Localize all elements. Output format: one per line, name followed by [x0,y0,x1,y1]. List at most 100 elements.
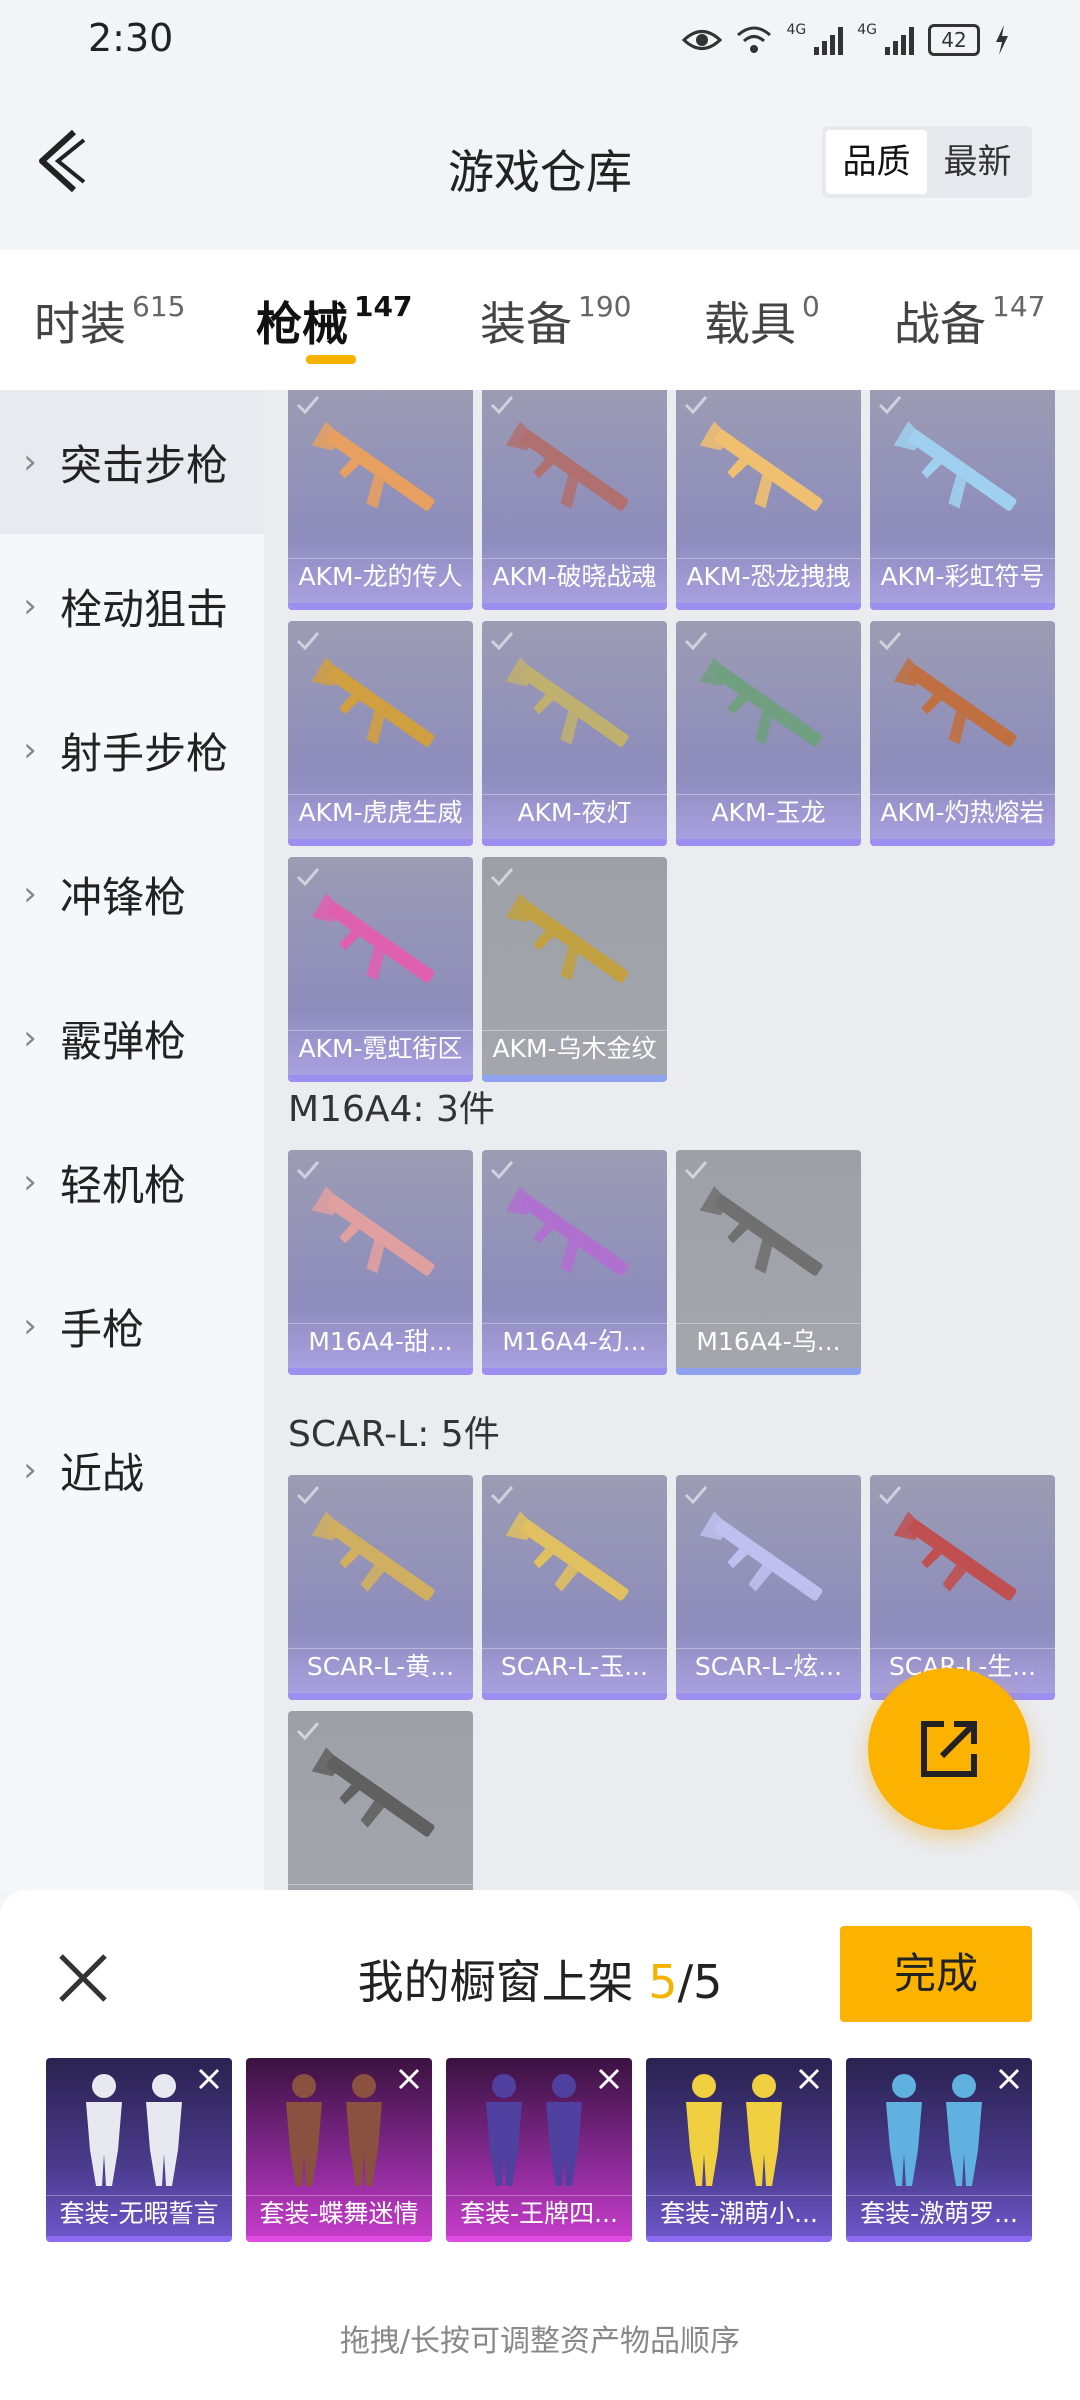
weapon-skin-name: SCAR-L-玉... [500,1652,649,1681]
showcase-outfit-card[interactable]: 套装-王牌四... [446,2058,632,2242]
sidebar-item-lmg[interactable]: › 轻机枪 [0,1110,264,1254]
sidebar-item-label: 手枪 [60,1304,145,1354]
weapon-skin-card[interactable]: AKM-破晓战魂 [482,390,667,610]
showcase-count-separator: / [677,1955,694,2009]
weapon-skin-name: AKM-灼热熔岩 [880,798,1045,827]
sidebar-item-label: 轻机枪 [60,1160,187,1210]
sidebar-item-bolt-sniper[interactable]: › 栓动狙击 [0,534,264,678]
sidebar-item-assault-rifle[interactable]: › 突击步枪 [0,390,264,534]
sidebar-item-melee[interactable]: › 近战 [0,1398,264,1542]
battery-icon: 42 [928,24,980,56]
sidebar-item-shotgun[interactable]: › 霰弹枪 [0,966,264,1110]
card-divider [288,1884,473,1885]
remove-outfit-icon[interactable] [792,2062,826,2096]
weapon-skin-card[interactable]: AKM-霓虹街区 [288,857,473,1082]
signal-icon [814,25,844,55]
weapon-skin-name: M16A4-幻... [502,1327,647,1356]
category-tabs: 时装 615 枪械 147 装备 190 载具 0 战备 147 [0,250,1080,390]
chevron-right-icon: › [23,442,37,482]
tab-count: 147 [992,289,1046,323]
sidebar-item-smg[interactable]: › 冲锋枪 [0,822,264,966]
weapon-skin-name: AKM-玉龙 [711,798,826,827]
weapon-skin-card[interactable]: M16A4-幻... [482,1150,667,1375]
showcase-outfit-card[interactable]: 套装-蝶舞迷情 [246,2058,432,2242]
weapon-skin-card[interactable]: AKM-彩虹符号 [870,390,1055,610]
showcase-outfit-card[interactable]: 套装-无暇誓言 [46,2058,232,2242]
sidebar-item-label: 栓动狙击 [60,584,229,634]
sort-toggle: 品质 最新 [822,126,1032,198]
sort-quality-button[interactable]: 品质 [826,130,927,194]
weapon-skin-image [311,657,435,747]
chevron-right-icon: › [23,1162,37,1202]
weapon-skin-image [505,421,629,511]
weapon-skin-image [893,421,1017,511]
weapon-type-sidebar: › 突击步枪 › 栓动狙击 › 射手步枪 › 冲锋枪 › 霰弹枪 › 轻机枪 › 手枪 › 近战 [0,390,264,1890]
weapon-skin-name: AKM-破晓战魂 [492,562,657,591]
weapon-skin-name: AKM-彩虹符号 [880,562,1045,591]
tab-guns[interactable]: 枪械 147 [256,288,412,354]
tab-vehicles[interactable]: 载具 0 [704,288,820,354]
weapon-skin-card[interactable]: SCAR-L-黄... [288,1475,473,1700]
weapon-skin-image [311,1511,435,1601]
chevron-right-icon: › [23,1450,37,1490]
tab-supplies[interactable]: 战备 147 [894,288,1045,354]
status-time: 2:30 [88,16,174,60]
outfit-name: 套装-激萌罗... [860,2199,1018,2228]
weapon-skin-name: AKM-虎虎生威 [298,798,463,827]
chevron-right-icon: › [23,874,37,914]
remove-outfit-icon[interactable] [992,2062,1026,2096]
weapon-skin-card[interactable]: SCAR-L-炫... [676,1475,861,1700]
weapon-skin-name: M16A4-甜... [308,1327,453,1356]
tab-label: 枪械 [256,297,348,351]
showcase-count-current: 5 [648,1955,678,2009]
weapon-skin-image [699,1511,823,1601]
reorder-hint: 拖拽/长按可调整资产物品顺序 [339,2324,741,2359]
outfit-name: 套装-潮萌小... [660,2199,818,2228]
weapon-skin-image [505,1186,629,1276]
signal-icon-2 [885,25,914,55]
showcase-outfit-list: 套装-无暇誓言 套装-蝶舞迷情 套装-王牌四... 套装-潮萌小... 套装-激萌罗..… [46,2058,1046,2248]
weapon-skin-card[interactable]: SCAR-L-生... [870,1475,1055,1700]
network-type-2: 4G [857,22,877,38]
showcase-outfit-card[interactable]: 套装-激萌罗... [846,2058,1032,2242]
sidebar-item-label: 射手步枪 [60,728,229,778]
chevron-right-icon: › [23,1306,37,1346]
chevron-right-icon: › [23,586,37,626]
outfit-name: 套装-王牌四... [460,2199,618,2228]
outfit-image [886,2074,982,2186]
weapon-skin-card[interactable]: AKM-玉龙 [676,621,861,846]
tab-fashion[interactable]: 时装 615 [34,288,185,354]
weapon-skin-card[interactable]: AKM-夜灯 [482,621,667,846]
remove-outfit-icon[interactable] [592,2062,626,2096]
share-button[interactable] [868,1668,1030,1830]
weapon-skin-card[interactable]: M16A4-甜... [288,1150,473,1375]
outfit-image [686,2074,782,2186]
weapon-skin-name: M16A4-乌... [696,1327,841,1356]
tab-equipment[interactable]: 装备 190 [480,288,631,354]
app-header: 游戏仓库 品质 最新 [0,80,1080,250]
sort-newest-button[interactable]: 最新 [927,130,1028,194]
weapon-skin-card[interactable]: AKM-龙的传人 [288,390,473,610]
tab-count: 190 [578,289,632,323]
weapon-skin-card[interactable] [288,1711,473,1890]
weapon-skin-card[interactable]: AKM-虎虎生威 [288,621,473,846]
weapon-skin-card[interactable]: SCAR-L-玉... [482,1475,667,1700]
remove-outfit-icon[interactable] [192,2062,226,2096]
charging-icon [996,25,1008,55]
sidebar-item-marksman-rifle[interactable]: › 射手步枪 [0,678,264,822]
weapon-grid-area[interactable]: AKM-龙的传人 AKM-破晓战魂 AKM-恐龙拽拽 AKM-彩虹符号 AKM-虎虎生威… [264,390,1080,1890]
weapon-skin-image [893,657,1017,747]
showcase-sheet: 我的橱窗上架 5/5 完成 套装-无暇誓言 套装-蝶舞迷情 套装-王牌四... 套装-… [0,1890,1080,2400]
remove-outfit-icon[interactable] [392,2062,426,2096]
weapon-skin-card[interactable]: AKM-乌木金纹 [482,857,667,1082]
weapon-skin-image [505,893,629,983]
done-button[interactable]: 完成 [840,1926,1032,2022]
weapon-skin-card[interactable]: M16A4-乌... [676,1150,861,1375]
sidebar-item-pistol[interactable]: › 手枪 [0,1254,264,1398]
weapon-skin-card[interactable]: AKM-灼热熔岩 [870,621,1055,846]
weapon-skin-card[interactable]: AKM-恐龙拽拽 [676,390,861,610]
showcase-outfit-card[interactable]: 套装-潮萌小... [646,2058,832,2242]
sidebar-item-label: 近战 [60,1448,145,1498]
share-external-icon [921,1721,977,1777]
weapon-skin-image [699,657,823,747]
